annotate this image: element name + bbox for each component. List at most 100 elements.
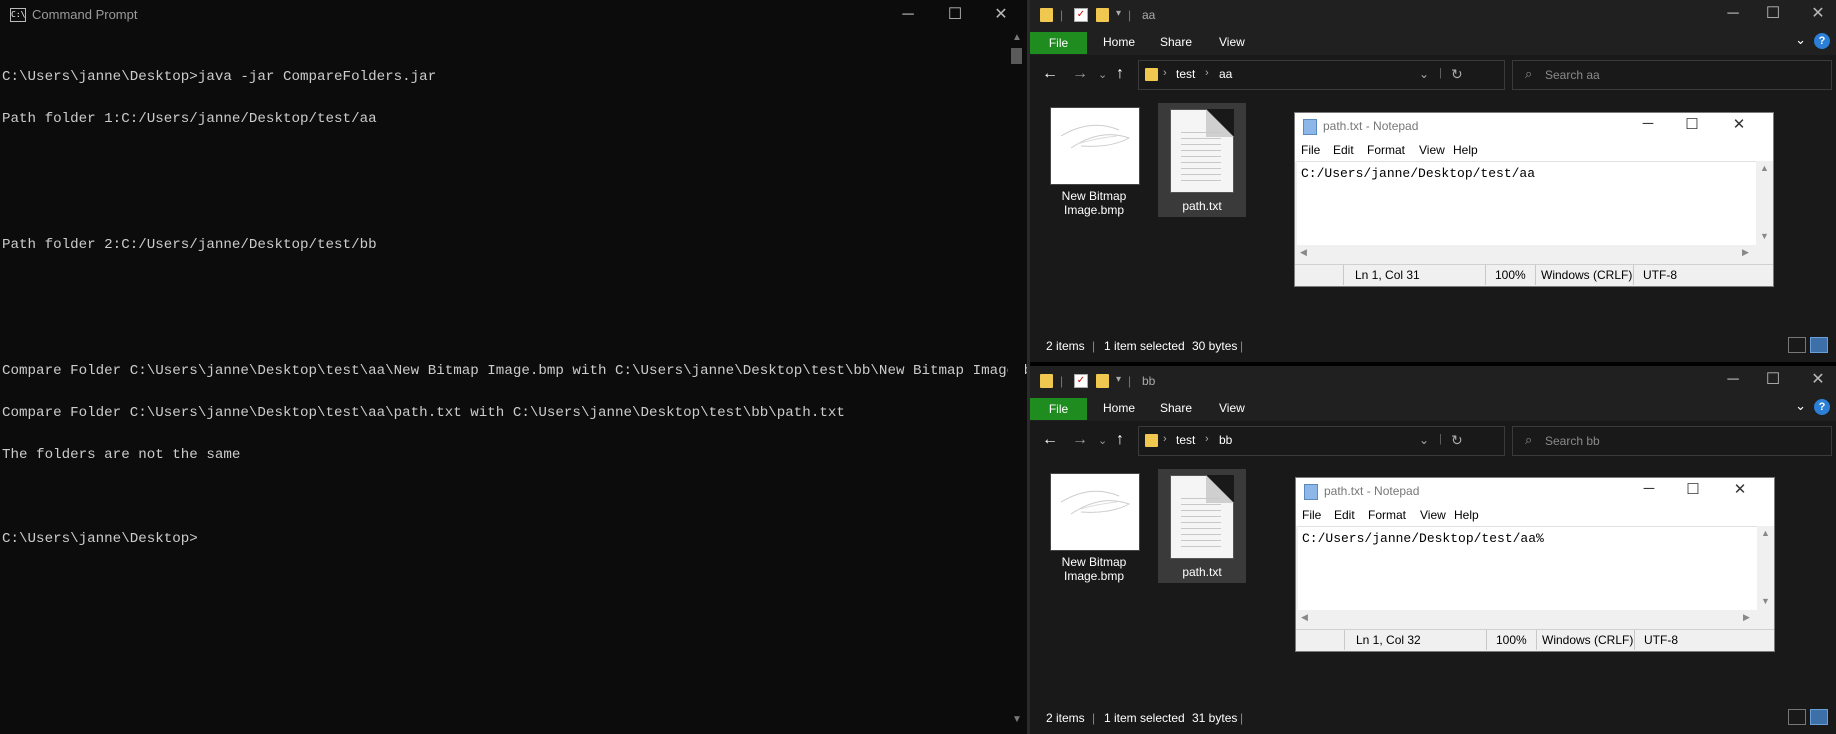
tab-file[interactable]: File <box>1030 32 1087 54</box>
folder-icon <box>1040 8 1053 22</box>
menu-format[interactable]: Format <box>1368 508 1406 522</box>
address-bar[interactable]: › test › bb ⌄ | ↻ <box>1138 426 1505 456</box>
notepad-titlebar[interactable]: path.txt - Notepad ─ ☐ ✕ <box>1296 478 1774 504</box>
refresh-icon[interactable]: ↻ <box>1451 66 1463 83</box>
notepad-hscrollbar[interactable]: ◀ ▶ <box>1297 245 1756 260</box>
breadcrumb-test[interactable]: test <box>1176 67 1195 81</box>
properties-icon[interactable]: ✓ <box>1074 374 1088 388</box>
maximize-button[interactable]: ☐ <box>932 4 978 26</box>
up-arrow-icon[interactable]: ↑ <box>1116 431 1124 449</box>
minimize-button[interactable]: ─ <box>1625 115 1671 132</box>
file-item-bitmap[interactable]: New Bitmap Image.bmp <box>1050 473 1140 583</box>
tab-view[interactable]: View <box>1219 35 1245 49</box>
new-folder-icon[interactable] <box>1096 374 1109 388</box>
scroll-left-icon[interactable]: ◀ <box>1301 612 1308 623</box>
forward-arrow-icon[interactable]: → <box>1072 65 1088 83</box>
close-button[interactable]: ✕ <box>1717 480 1763 498</box>
help-icon[interactable]: ? <box>1814 33 1830 49</box>
search-box[interactable]: ⌕ Search aa <box>1512 60 1832 90</box>
breadcrumb-test[interactable]: test <box>1176 433 1195 447</box>
search-input[interactable]: Search aa <box>1545 68 1600 82</box>
explorer-titlebar[interactable]: | ✓ ▾ | aa ─ ☐ ✕ <box>1030 0 1836 30</box>
details-view-icon[interactable] <box>1788 337 1806 353</box>
scroll-left-icon[interactable]: ◀ <box>1300 247 1307 258</box>
scroll-thumb[interactable] <box>1011 48 1022 64</box>
cmd-scrollbar[interactable]: ▲ ▼ <box>1008 32 1025 734</box>
menu-format[interactable]: Format <box>1367 143 1405 157</box>
notepad-hscrollbar[interactable]: ◀ ▶ <box>1298 610 1757 625</box>
search-box[interactable]: ⌕ Search bb <box>1512 426 1832 456</box>
maximize-button[interactable]: ☐ <box>1670 480 1716 498</box>
tab-file[interactable]: File <box>1030 398 1087 420</box>
large-icons-view-icon[interactable] <box>1810 709 1828 725</box>
tab-share[interactable]: Share <box>1160 401 1192 415</box>
explorer-window-title: bb <box>1142 374 1156 388</box>
explorer-titlebar[interactable]: | ✓ ▾ | bb ─ ☐ ✕ <box>1030 366 1836 396</box>
notepad-text-area[interactable]: C:/Users/janne/Desktop/test/aa <box>1297 161 1756 246</box>
close-button[interactable]: ✕ <box>978 4 1024 26</box>
refresh-icon[interactable]: ↻ <box>1451 432 1463 449</box>
scroll-right-icon[interactable]: ▶ <box>1743 612 1750 623</box>
file-item-txt[interactable]: path.txt <box>1158 103 1246 217</box>
minimize-button[interactable]: ─ <box>1626 480 1672 497</box>
tab-share[interactable]: Share <box>1160 35 1192 49</box>
tab-home[interactable]: Home <box>1103 35 1135 49</box>
menu-help[interactable]: Help <box>1453 143 1478 157</box>
cmd-titlebar[interactable]: C:\ Command Prompt ─ ☐ ✕ <box>0 0 1027 30</box>
notepad-titlebar[interactable]: path.txt - Notepad ─ ☐ ✕ <box>1295 113 1773 139</box>
tab-view[interactable]: View <box>1219 401 1245 415</box>
back-arrow-icon[interactable]: ← <box>1042 65 1058 83</box>
details-view-icon[interactable] <box>1788 709 1806 725</box>
forward-arrow-icon[interactable]: → <box>1072 431 1088 449</box>
address-dropdown-icon[interactable]: ⌄ <box>1419 433 1429 447</box>
menu-view[interactable]: View <box>1420 508 1446 522</box>
menu-help[interactable]: Help <box>1454 508 1479 522</box>
menu-view[interactable]: View <box>1419 143 1445 157</box>
address-bar[interactable]: › test › aa ⌄ | ↻ <box>1138 60 1505 90</box>
scroll-up-icon[interactable]: ▲ <box>1760 163 1769 173</box>
file-item-bitmap[interactable]: New Bitmap Image.bmp <box>1050 107 1140 217</box>
close-button[interactable]: ✕ <box>1795 3 1836 25</box>
recent-locations-icon[interactable]: ⌄ <box>1098 434 1107 447</box>
file-list[interactable]: New Bitmap Image.bmp path.txt path.txt -… <box>1030 461 1836 701</box>
close-button[interactable]: ✕ <box>1716 115 1762 133</box>
expand-ribbon-icon[interactable]: ⌄ <box>1795 398 1806 414</box>
address-dropdown-icon[interactable]: ⌄ <box>1419 67 1429 81</box>
customize-qa-icon[interactable]: ▾ <box>1116 8 1121 22</box>
menu-edit[interactable]: Edit <box>1333 143 1354 157</box>
breadcrumb-current[interactable]: bb <box>1219 433 1232 447</box>
maximize-button[interactable]: ☐ <box>1669 115 1715 133</box>
file-list[interactable]: New Bitmap Image.bmp path.txt path.txt -… <box>1030 95 1836 329</box>
expand-ribbon-icon[interactable]: ⌄ <box>1795 32 1806 48</box>
notepad-vscrollbar[interactable]: ▲ ▼ <box>1756 161 1771 245</box>
console-output[interactable]: C:\Users\janne\Desktop>java -jar Compare… <box>2 42 1049 722</box>
minimize-button[interactable]: ─ <box>885 4 931 26</box>
scroll-down-icon[interactable]: ▼ <box>1760 231 1769 241</box>
notepad-text-area[interactable]: C:/Users/janne/Desktop/test/aa% <box>1298 526 1757 611</box>
close-button[interactable]: ✕ <box>1795 369 1836 391</box>
large-icons-view-icon[interactable] <box>1810 337 1828 353</box>
menu-file[interactable]: File <box>1301 143 1320 157</box>
new-folder-icon[interactable] <box>1096 8 1109 22</box>
scroll-right-icon[interactable]: ▶ <box>1742 247 1749 258</box>
scroll-up-icon[interactable]: ▲ <box>1761 528 1770 538</box>
customize-qa-icon[interactable]: ▾ <box>1116 374 1121 388</box>
search-input[interactable]: Search bb <box>1545 434 1600 448</box>
menu-edit[interactable]: Edit <box>1334 508 1355 522</box>
file-item-txt[interactable]: path.txt <box>1158 469 1246 583</box>
recent-locations-icon[interactable]: ⌄ <box>1098 68 1107 81</box>
folder-icon <box>1145 434 1158 447</box>
up-arrow-icon[interactable]: ↑ <box>1116 65 1124 83</box>
scroll-down-icon[interactable]: ▼ <box>1012 714 1022 725</box>
breadcrumb-current[interactable]: aa <box>1219 67 1232 81</box>
menu-file[interactable]: File <box>1302 508 1321 522</box>
back-arrow-icon[interactable]: ← <box>1042 431 1058 449</box>
properties-icon[interactable]: ✓ <box>1074 8 1088 22</box>
scroll-down-icon[interactable]: ▼ <box>1761 596 1770 606</box>
maximize-button[interactable]: ☐ <box>1750 369 1796 391</box>
tab-home[interactable]: Home <box>1103 401 1135 415</box>
help-icon[interactable]: ? <box>1814 399 1830 415</box>
scroll-up-icon[interactable]: ▲ <box>1012 32 1022 43</box>
maximize-button[interactable]: ☐ <box>1750 3 1796 25</box>
notepad-vscrollbar[interactable]: ▲ ▼ <box>1757 526 1772 610</box>
